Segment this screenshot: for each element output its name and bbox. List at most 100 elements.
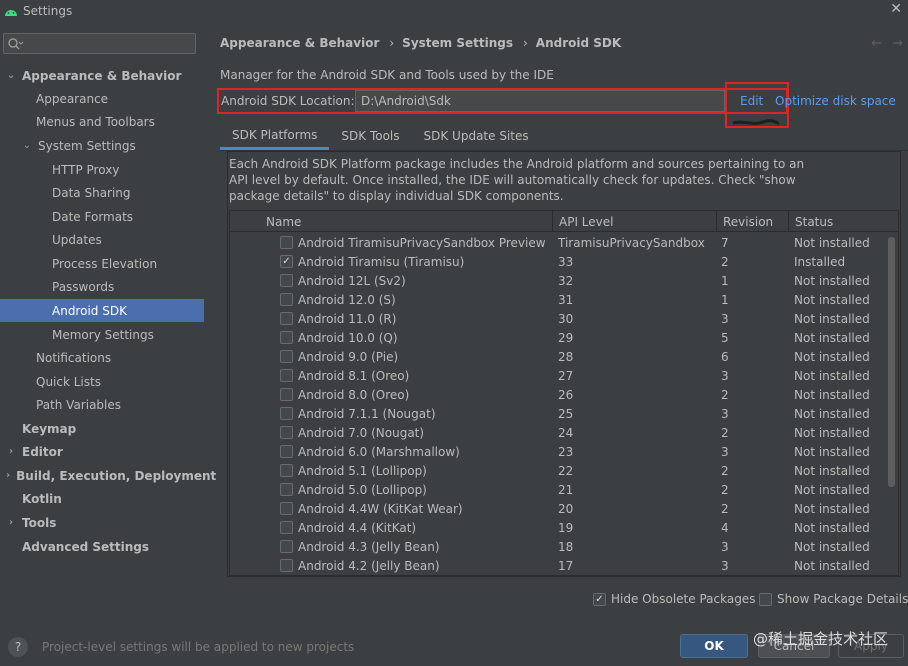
package-checkbox[interactable] <box>280 540 293 553</box>
sidebar-item-path-variables[interactable]: Path Variables <box>0 393 204 416</box>
package-checkbox[interactable] <box>280 388 293 401</box>
sidebar-item-http-proxy[interactable]: HTTP Proxy <box>0 158 204 181</box>
chevron-right-icon[interactable]: › <box>6 470 10 481</box>
table-row[interactable]: Android 10.0 (Q) 29 5 Not installed <box>230 328 890 347</box>
package-name: Android 4.4W (KitKat Wear) <box>298 501 463 516</box>
sidebar-item-editor[interactable]: › Editor <box>0 440 204 463</box>
status-cell: Not installed <box>794 387 870 402</box>
chevron-right-icon[interactable]: › <box>6 446 16 457</box>
tab-sdk-platforms[interactable]: SDK Platforms <box>220 122 330 150</box>
revision-cell: 7 <box>721 235 729 250</box>
package-checkbox[interactable] <box>280 369 293 382</box>
column-header-api-level[interactable]: API Level <box>552 211 716 232</box>
package-checkbox[interactable] <box>280 445 293 458</box>
back-arrow-icon[interactable]: ← <box>871 36 882 51</box>
sidebar-item-tools[interactable]: › Tools <box>0 511 204 534</box>
sidebar-item-label: Android SDK <box>52 303 127 318</box>
chevron-right-icon[interactable]: › <box>6 517 16 528</box>
show-details-option[interactable]: Show Package Details <box>759 592 908 606</box>
api-level-cell: 33 <box>558 254 574 269</box>
status-cell: Not installed <box>794 482 870 497</box>
table-row[interactable]: Android 4.4W (KitKat Wear) 20 2 Not install… <box>230 499 890 518</box>
table-row[interactable]: Android 4.2 (Jelly Bean) 17 3 Not installed <box>230 556 890 575</box>
table-row[interactable]: ✓ Android Tiramisu (Tiramisu) 33 2 Installed <box>230 252 890 271</box>
package-checkbox[interactable] <box>280 502 293 515</box>
sidebar-item-label: Tools <box>22 515 57 530</box>
column-header-revision[interactable]: Revision <box>716 211 788 232</box>
package-checkbox[interactable] <box>280 312 293 325</box>
table-row[interactable]: Android 7.1.1 (Nougat) 25 3 Not installed <box>230 404 890 423</box>
column-header-name[interactable]: Name <box>260 211 550 232</box>
package-name-cell: Android 7.0 (Nougat) <box>280 423 424 442</box>
table-row[interactable]: Android TiramisuPrivacySandbox Preview Ti… <box>230 233 890 252</box>
table-row[interactable]: Android 4.3 (Jelly Bean) 18 3 Not installed <box>230 537 890 556</box>
table-row[interactable]: Android 5.0 (Lollipop) 21 2 Not installed <box>230 480 890 499</box>
sidebar-item-process-elevation[interactable]: Process Elevation <box>0 252 204 275</box>
optimize-disk-space-link[interactable]: Optimize disk space <box>775 94 896 108</box>
package-checkbox[interactable] <box>280 274 293 287</box>
package-checkbox[interactable] <box>280 407 293 420</box>
sidebar-item-date-formats[interactable]: Date Formats <box>0 205 204 228</box>
breadcrumb-system-settings[interactable]: System Settings <box>402 36 513 50</box>
hide-obsolete-checkbox[interactable]: ✓ <box>593 592 606 606</box>
sidebar-item-quick-lists[interactable]: Quick Lists <box>0 370 204 393</box>
table-row[interactable]: Android 8.0 (Oreo) 26 2 Not installed <box>230 385 890 404</box>
sidebar-item-notifications[interactable]: Notifications <box>0 346 204 369</box>
table-row[interactable]: Android 6.0 (Marshmallow) 23 3 Not installe… <box>230 442 890 461</box>
ok-button[interactable]: OK <box>680 634 748 658</box>
close-icon[interactable]: ✕ <box>890 1 902 17</box>
tab-sdk-update-sites[interactable]: SDK Update Sites <box>412 122 541 150</box>
sidebar-item-menus-and-toolbars[interactable]: Menus and Toolbars <box>0 110 204 133</box>
sidebar-item-kotlin[interactable]: Kotlin <box>0 487 204 510</box>
forward-arrow-icon[interactable]: → <box>892 36 903 51</box>
package-checkbox[interactable] <box>280 483 293 496</box>
package-checkbox[interactable]: ✓ <box>280 255 293 268</box>
package-checkbox[interactable] <box>280 464 293 477</box>
revision-cell: 5 <box>721 330 729 345</box>
package-checkbox[interactable] <box>280 331 293 344</box>
table-row[interactable]: Android 11.0 (R) 30 3 Not installed <box>230 309 890 328</box>
sidebar-item-build-execution-deployment[interactable]: › Build, Execution, Deployment <box>0 464 216 487</box>
table-row[interactable]: Android 5.1 (Lollipop) 22 2 Not installed <box>230 461 890 480</box>
table-row[interactable]: Android 12L (Sv2) 32 1 Not installed <box>230 271 890 290</box>
table-scrollbar[interactable] <box>888 237 895 487</box>
sidebar-item-android-sdk[interactable]: Android SDK <box>0 299 204 322</box>
chevron-down-icon[interactable]: ⌄ <box>22 140 32 151</box>
sidebar-item-appearance[interactable]: Appearance <box>0 87 204 110</box>
sidebar-item-updates[interactable]: Updates <box>0 228 204 251</box>
package-checkbox[interactable] <box>280 293 293 306</box>
package-name-cell: Android 5.1 (Lollipop) <box>280 461 427 480</box>
sdk-location-field[interactable]: D:\Android\Sdk <box>355 90 725 112</box>
table-row[interactable]: Android 9.0 (Pie) 28 6 Not installed <box>230 347 890 366</box>
edit-link[interactable]: Edit <box>740 94 763 108</box>
table-row[interactable]: Android 12.0 (S) 31 1 Not installed <box>230 290 890 309</box>
tab-sdk-tools[interactable]: SDK Tools <box>329 122 411 150</box>
sidebar-item-advanced-settings[interactable]: Advanced Settings <box>0 535 204 558</box>
package-checkbox[interactable] <box>280 236 293 249</box>
package-name-cell: ✓ Android Tiramisu (Tiramisu) <box>280 252 464 271</box>
table-row[interactable]: Android 7.0 (Nougat) 24 2 Not installed <box>230 423 890 442</box>
breadcrumb-appearance-behavior[interactable]: Appearance & Behavior <box>220 36 379 50</box>
table-row[interactable]: Android 4.4 (KitKat) 19 4 Not installed <box>230 518 890 537</box>
column-header-status[interactable]: Status <box>788 211 898 232</box>
hide-obsolete-option[interactable]: ✓ Hide Obsolete Packages <box>593 592 755 606</box>
package-name: Android 9.0 (Pie) <box>298 349 399 364</box>
chevron-down-icon[interactable]: ⌄ <box>6 70 16 81</box>
revision-cell: 3 <box>721 444 729 459</box>
show-details-checkbox[interactable] <box>759 592 772 606</box>
sidebar-item-data-sharing[interactable]: Data Sharing <box>0 181 204 204</box>
table-row[interactable]: Android 8.1 (Oreo) 27 3 Not installed <box>230 366 890 385</box>
package-checkbox[interactable] <box>280 350 293 363</box>
api-level-cell: 25 <box>558 406 574 421</box>
sidebar-item-system-settings[interactable]: ⌄ System Settings <box>0 134 204 157</box>
sidebar-item-appearance-behavior[interactable]: ⌄ Appearance & Behavior <box>0 64 204 87</box>
package-checkbox[interactable] <box>280 521 293 534</box>
help-icon[interactable]: ? <box>8 637 28 657</box>
package-checkbox[interactable] <box>280 559 293 572</box>
sidebar-item-keymap[interactable]: Keymap <box>0 417 204 440</box>
sidebar-item-memory-settings[interactable]: Memory Settings <box>0 323 204 346</box>
sidebar-item-passwords[interactable]: Passwords <box>0 275 204 298</box>
status-cell: Not installed <box>794 444 870 459</box>
search-input[interactable] <box>3 33 196 54</box>
package-checkbox[interactable] <box>280 426 293 439</box>
